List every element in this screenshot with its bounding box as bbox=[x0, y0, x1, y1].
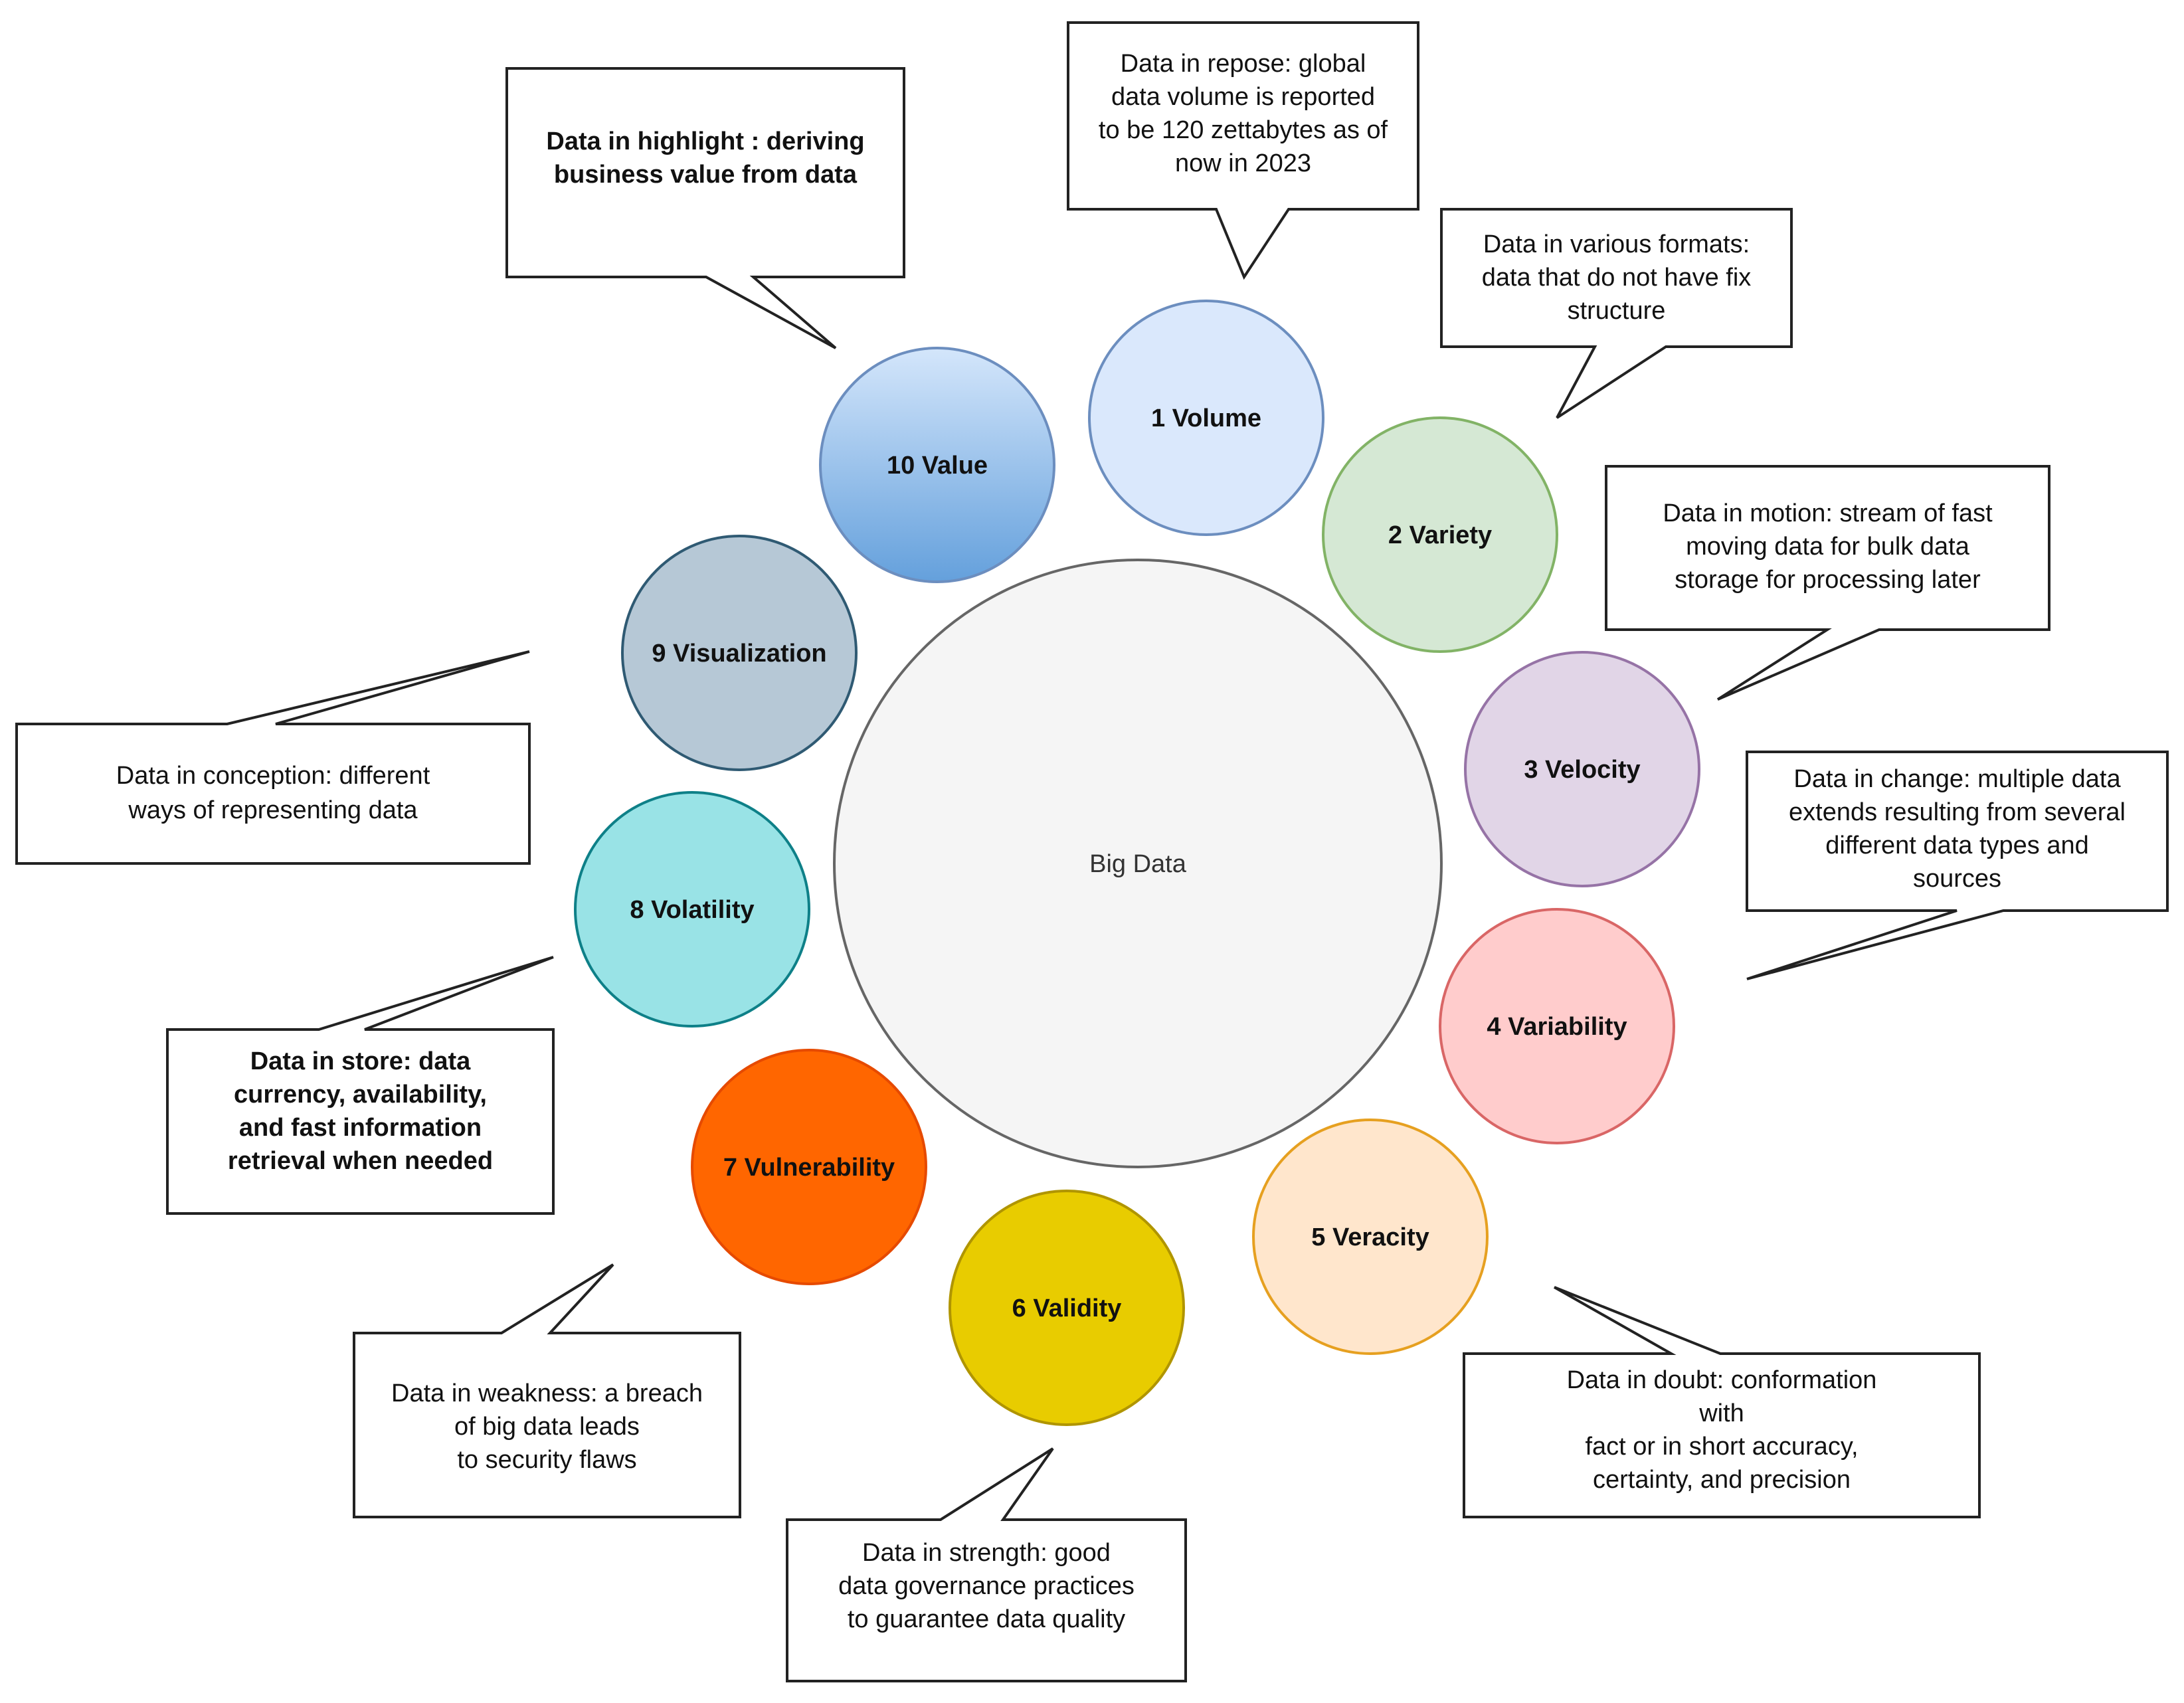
callout-line: different data types and bbox=[1825, 832, 2088, 859]
node-label-variability: 4 Variability bbox=[1487, 1013, 1627, 1041]
center-node: Big Data bbox=[833, 559, 1443, 1168]
callout-line: and fast information bbox=[239, 1114, 482, 1142]
node-variety: 2 Variety bbox=[1322, 416, 1558, 653]
callout-volatility: Data in store: data currency, availabilit… bbox=[166, 956, 555, 1215]
callout-line: now in 2023 bbox=[1175, 149, 1311, 177]
callout-line: ways of representing data bbox=[128, 796, 418, 824]
node-variability: 4 Variability bbox=[1439, 908, 1675, 1144]
node-volatility: 8 Volatility bbox=[574, 791, 810, 1028]
callout-line: currency, availability, bbox=[234, 1081, 487, 1109]
callout-line: extends resulting from several bbox=[1789, 798, 2126, 826]
callout-line: Data in highlight : deriving bbox=[546, 128, 864, 155]
node-label-visualization: 9 Visualization bbox=[652, 640, 826, 668]
callout-visualization: Data in conception: different ways of rep… bbox=[15, 650, 531, 865]
callout-line: data volume is reported bbox=[1111, 83, 1375, 111]
callout-variety: Data in various formats: data that do not… bbox=[1440, 208, 1793, 419]
callout-line: fact or in short accuracy, bbox=[1585, 1433, 1858, 1461]
callout-line: of big data leads bbox=[454, 1413, 640, 1441]
callout-line: storage for processing later bbox=[1675, 566, 1981, 594]
center-label: Big Data bbox=[1089, 850, 1187, 878]
callout-line: to security flaws bbox=[457, 1446, 636, 1474]
node-label-velocity: 3 Velocity bbox=[1524, 756, 1640, 784]
callout-volume: Data in repose: global data volume is rep… bbox=[1067, 21, 1419, 280]
node-visualization: 9 Visualization bbox=[621, 535, 858, 771]
node-label-volatility: 8 Volatility bbox=[630, 896, 754, 924]
callout-line: Data in doubt: conformation bbox=[1567, 1366, 1877, 1394]
callout-line: retrieval when needed bbox=[228, 1147, 493, 1175]
callout-line: with bbox=[1698, 1399, 1744, 1427]
callout-line: structure bbox=[1568, 297, 1666, 325]
node-label-variety: 2 Variety bbox=[1388, 521, 1492, 549]
callout-variability: Data in change: multiple data extends res… bbox=[1746, 751, 2169, 980]
callout-line: to be 120 zettabytes as of bbox=[1099, 116, 1388, 144]
node-label-vulnerability: 7 Vulnerability bbox=[723, 1154, 895, 1182]
callout-value: Data in highlight : deriving business val… bbox=[505, 67, 905, 349]
callout-veracity: Data in doubt: conformation with fact or i… bbox=[1463, 1286, 1981, 1518]
callout-shape-value bbox=[505, 67, 905, 349]
node-vulnerability: 7 Vulnerability bbox=[691, 1049, 927, 1285]
callout-line: Data in various formats: bbox=[1483, 230, 1750, 258]
callout-line: Data in store: data bbox=[250, 1047, 471, 1075]
callout-line: Data in strength: good bbox=[862, 1539, 1111, 1567]
big-data-diagram: Big Data 1 Volume 2 Variety 3 Velocity 4 Va… bbox=[15, 21, 2169, 1682]
node-veracity: 5 Veracity bbox=[1252, 1119, 1489, 1355]
callout-velocity: Data in motion: stream of fast moving dat… bbox=[1605, 465, 2050, 701]
node-label-value: 10 Value bbox=[887, 452, 988, 480]
callout-line: certainty, and precision bbox=[1593, 1466, 1851, 1494]
node-validity: 6 Validity bbox=[949, 1190, 1185, 1426]
node-label-veracity: 5 Veracity bbox=[1311, 1223, 1429, 1251]
callout-line: Data in weakness: a breach bbox=[391, 1380, 703, 1407]
callout-line: moving data for bulk data bbox=[1686, 533, 1970, 561]
callout-line: Data in motion: stream of fast bbox=[1663, 499, 1993, 527]
callout-validity: Data in strength: good data governance pr… bbox=[786, 1447, 1187, 1682]
node-label-validity: 6 Validity bbox=[1012, 1295, 1122, 1322]
callout-line: business value from data bbox=[554, 161, 858, 189]
callout-line: Data in repose: global bbox=[1121, 50, 1366, 78]
node-velocity: 3 Velocity bbox=[1464, 651, 1700, 887]
callout-line: data governance practices bbox=[838, 1572, 1135, 1600]
callout-line: Data in change: multiple data bbox=[1793, 765, 2121, 793]
callout-line: Data in conception: different bbox=[116, 762, 430, 790]
node-volume: 1 Volume bbox=[1088, 300, 1324, 536]
callout-line: sources bbox=[1913, 865, 2001, 893]
node-value: 10 Value bbox=[819, 347, 1055, 583]
callout-vulnerability: Data in weakness: a breach of big data le… bbox=[353, 1263, 741, 1518]
callout-line: data that do not have fix bbox=[1482, 264, 1752, 292]
callout-shape-visualization bbox=[15, 650, 531, 865]
callout-line: to guarantee data quality bbox=[848, 1605, 1125, 1633]
node-label-volume: 1 Volume bbox=[1151, 404, 1261, 432]
